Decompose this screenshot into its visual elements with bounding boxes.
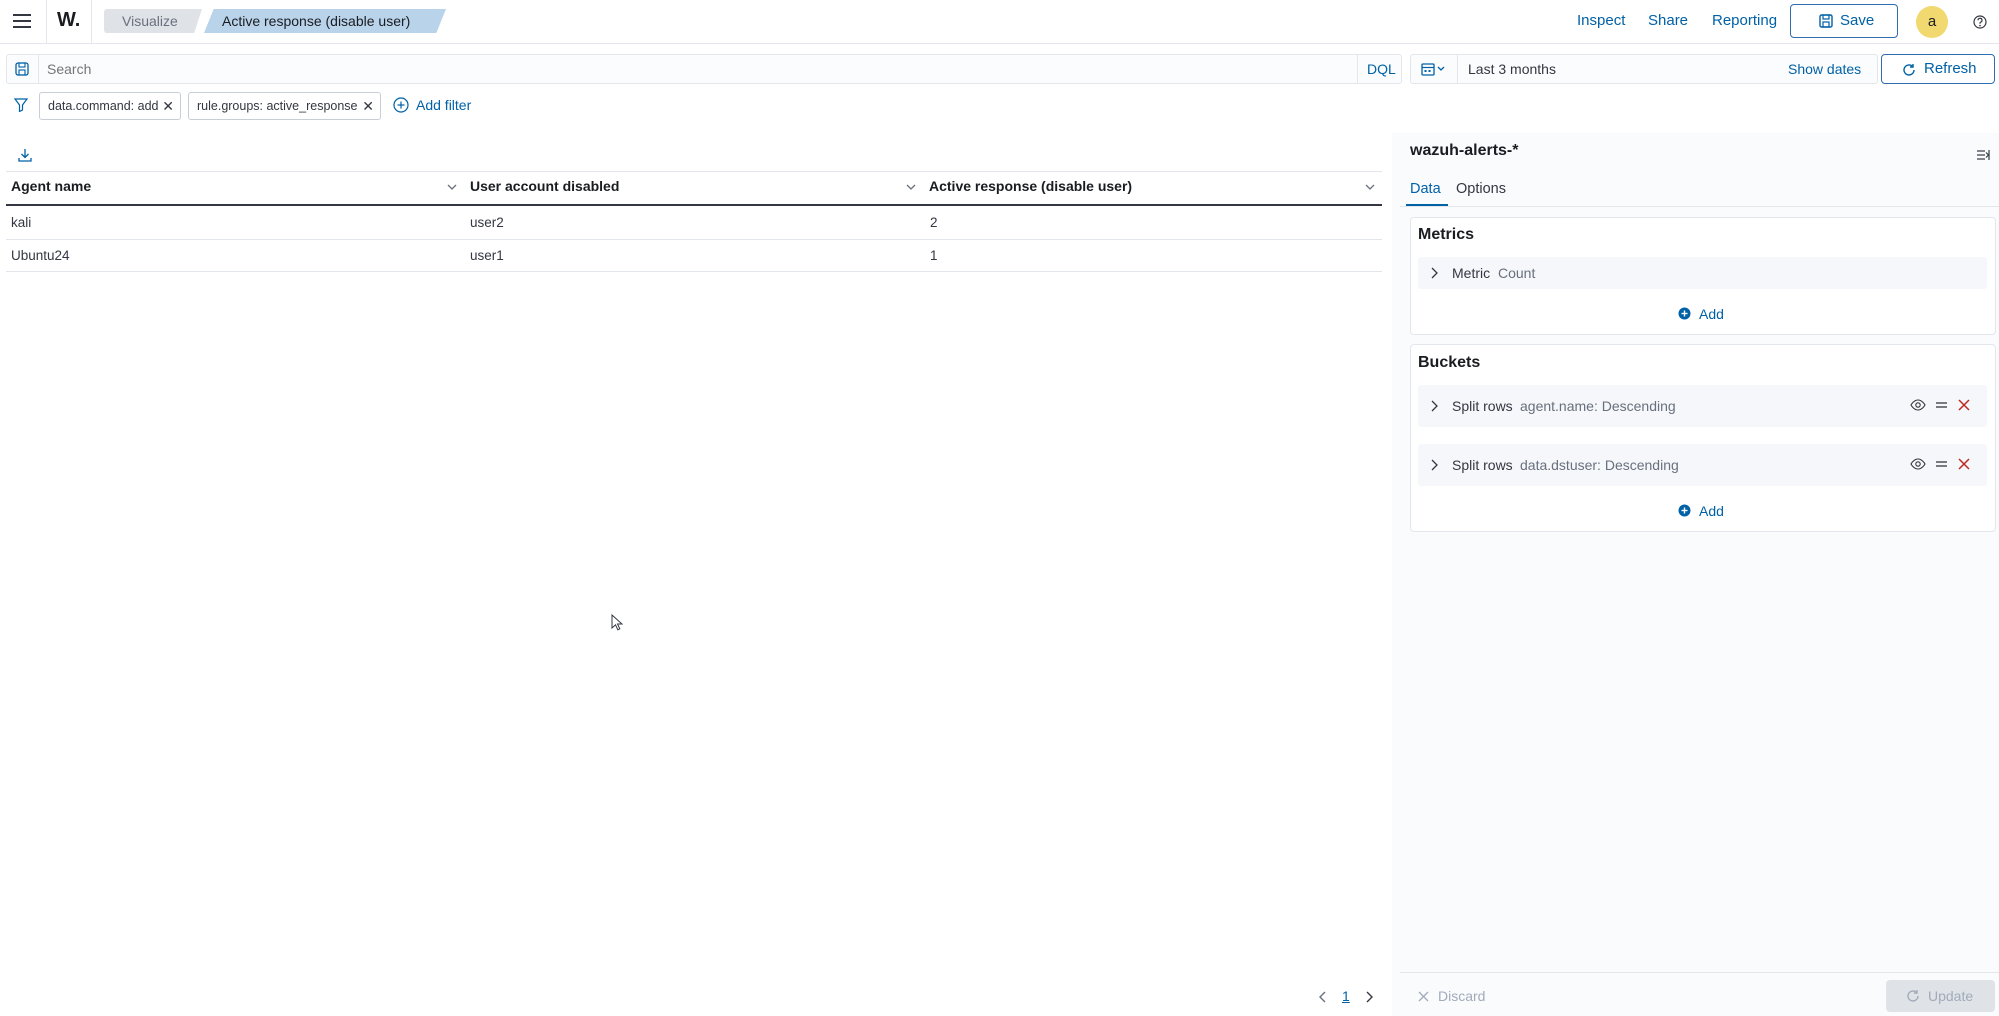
metric-label: Metric [1452,265,1491,281]
divider [38,55,39,83]
bucket-label: Split rows [1452,398,1513,414]
metric-value: Count [1498,265,1536,281]
page-number[interactable]: 1 [1342,988,1350,1004]
table-header-border [6,204,1382,206]
column-header-agent-name[interactable]: Agent name [11,178,91,194]
filter-icon[interactable] [14,98,28,112]
add-metric-label: Add [1699,306,1724,322]
help-icon[interactable] [1973,15,1987,29]
index-pattern-title: wazuh-alerts-* [1410,142,1519,159]
divider [91,0,92,44]
chevron-down-icon[interactable] [906,183,916,191]
plus-circle-filled-icon [1678,504,1691,517]
tab-data[interactable]: Data [1410,181,1441,197]
bucket-row[interactable]: Split rows data.dstuser: Descending [1418,444,1987,486]
eye-icon[interactable] [1910,458,1926,470]
filter-pill[interactable]: rule.groups: active_response ✕ [188,92,381,120]
update-button[interactable]: Update [1886,980,1995,1012]
download-icon[interactable] [18,148,32,162]
bucket-value: agent.name: Descending [1520,398,1676,414]
table-cell: user2 [470,215,504,230]
table-cell: user1 [470,248,504,263]
drag-handle-icon[interactable] [1935,400,1948,410]
breadcrumb-current: Active response (disable user) [204,9,446,33]
share-link[interactable]: Share [1648,12,1688,29]
table-top-border [6,171,1382,172]
remove-bucket-icon[interactable] [1958,399,1970,411]
show-dates-button[interactable]: Show dates [1788,61,1861,77]
plus-circle-filled-icon [1678,307,1691,320]
query-language-button[interactable]: DQL [1367,61,1396,77]
discard-label: Discard [1438,988,1486,1004]
app-logo[interactable]: W. [57,9,80,32]
tab-options[interactable]: Options [1456,181,1506,197]
divider [1357,55,1358,83]
saved-query-icon[interactable] [15,62,29,76]
bucket-row[interactable]: Split rows agent.name: Descending [1418,385,1987,427]
bucket-label: Split rows [1452,457,1513,473]
table-cell: 1 [930,248,938,263]
top-bar: W. Visualize Active response (disable us… [0,0,1999,44]
tabs-divider [1400,206,1999,207]
filter-pill[interactable]: data.command: add ✕ [39,92,181,120]
chevron-right-icon[interactable] [1430,459,1438,471]
date-picker: Last 3 months Show dates [1410,54,1878,84]
date-range-label[interactable]: Last 3 months [1468,61,1556,77]
chevron-down-icon[interactable] [447,183,457,191]
metrics-title: Metrics [1418,226,1475,243]
remove-filter-icon[interactable]: ✕ [362,93,374,119]
remove-filter-icon[interactable]: ✕ [162,93,174,119]
mouse-cursor-icon [611,614,623,632]
save-label: Save [1840,12,1875,29]
drag-handle-icon[interactable] [1935,459,1948,469]
plus-circle-icon [393,97,409,113]
avatar[interactable]: a [1916,6,1948,38]
save-button[interactable]: Save [1790,4,1898,38]
update-label: Update [1928,988,1974,1004]
refresh-label: Refresh [1924,60,1977,77]
table-row-divider [6,271,1382,272]
bucket-value: data.dstuser: Descending [1520,457,1679,473]
refresh-icon [1902,63,1916,77]
divider [46,0,47,44]
metric-row[interactable]: Metric Count [1418,257,1987,289]
eye-icon[interactable] [1910,399,1926,411]
buckets-title: Buckets [1418,354,1481,371]
chevron-right-icon[interactable] [1430,400,1438,412]
calendar-icon[interactable] [1421,62,1447,76]
table-row-divider [6,239,1382,240]
divider [1457,55,1458,83]
close-icon [1418,991,1429,1002]
chevron-down-icon[interactable] [1365,183,1375,191]
remove-bucket-icon[interactable] [1958,458,1970,470]
table-cell: kali [11,215,32,230]
search-input[interactable] [47,58,1347,80]
save-icon [1819,14,1833,28]
reporting-link[interactable]: Reporting [1712,12,1777,29]
table-cell: Ubuntu24 [11,248,70,263]
filter-pill-label: data.command: add [48,99,159,113]
refresh-icon [1906,989,1920,1003]
chevron-right-icon[interactable] [1430,267,1438,279]
column-header-active-response[interactable]: Active response (disable user) [929,178,1132,194]
next-page-icon[interactable] [1364,990,1374,1004]
breadcrumb-visualize[interactable]: Visualize [104,9,202,33]
previous-page-icon[interactable] [1318,990,1328,1004]
menu-icon[interactable] [13,13,31,29]
table-cell: 2 [930,215,938,230]
add-bucket-label: Add [1699,503,1724,519]
panel-footer-divider [1400,972,1999,973]
query-bar: DQL [6,54,1402,84]
refresh-button[interactable]: Refresh [1881,54,1995,84]
inspect-link[interactable]: Inspect [1577,12,1625,29]
column-header-user-account-disabled[interactable]: User account disabled [470,178,619,194]
add-filter-label: Add filter [416,97,472,113]
filter-pill-label: rule.groups: active_response [197,99,358,113]
collapse-sidebar-icon[interactable] [1976,148,1990,162]
